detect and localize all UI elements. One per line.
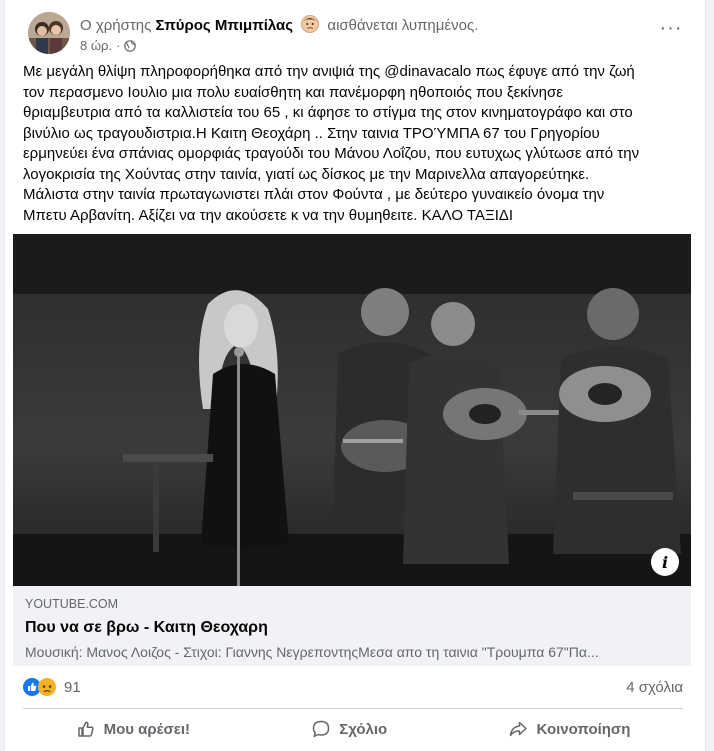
sad-reaction-icon bbox=[38, 678, 56, 696]
post-text-line: Μάλιστα στην ταινία πρωταγωνιστει πλάι σ… bbox=[23, 186, 605, 203]
divider bbox=[23, 708, 683, 709]
header-prefix: Ο χρήστης bbox=[80, 17, 152, 34]
globe-icon bbox=[124, 39, 137, 52]
feeling-text: αισθάνεται λυπημένος. bbox=[327, 17, 479, 34]
link-description: Μουσική: Μανος Λοιζος - Στιχοι: Γιαννης … bbox=[25, 644, 599, 660]
comments-count[interactable]: 4 σχόλια bbox=[626, 679, 683, 696]
comment-button[interactable]: Σχόλιο bbox=[291, 713, 407, 745]
info-icon[interactable]: i bbox=[651, 548, 679, 576]
meta-separator: · bbox=[116, 38, 121, 53]
post-actions-bar: Μου αρέσει! Σχόλιο Κοινοποίηση bbox=[15, 712, 691, 746]
link-domain: YOUTUBE.COM bbox=[25, 597, 119, 611]
share-icon bbox=[510, 721, 528, 737]
share-button[interactable]: Κοινοποίηση bbox=[488, 713, 650, 745]
like-button[interactable]: Μου αρέσει! bbox=[56, 713, 210, 745]
comment-label: Σχόλιο bbox=[339, 720, 388, 738]
avatar[interactable] bbox=[28, 12, 70, 54]
post-card: Ο χρήστης Σπύρος Μπιμπίλας αισθάνεται λυ… bbox=[4, 0, 706, 751]
post-meta: 8 ώρ. · bbox=[80, 38, 137, 53]
more-options-button[interactable]: ··· bbox=[653, 10, 689, 46]
thumbs-up-icon bbox=[77, 721, 94, 737]
post-text-line: ερμηνεύει ένα σπάνιας ομορφιάς τραγούδι … bbox=[23, 145, 640, 162]
post-text-line: Μπετυ Αρβανίτη. Αξίζει να την ακούσετε κ… bbox=[23, 206, 514, 224]
like-label: Μου αρέσει! bbox=[103, 720, 190, 738]
avatar-image bbox=[28, 12, 70, 54]
post-stats: 91 4 σχόλια bbox=[23, 676, 683, 698]
comment-icon bbox=[313, 720, 330, 738]
link-preview[interactable]: YOUTUBE.COM Που να σε βρω - Καιτη Θεοχαρ… bbox=[13, 586, 691, 666]
video-still-image bbox=[13, 234, 691, 586]
post-text: Με μεγάλη θλίψη πληροφορήθηκα από την αν… bbox=[23, 62, 689, 226]
share-label: Κοινοποίηση bbox=[536, 720, 631, 738]
post-header: Ο χρήστης Σπύρος Μπιμπίλας αισθάνεται λυ… bbox=[5, 0, 705, 60]
post-text-line: τον περασμενο Ιουλιο μια πολυ ευαίσθητη … bbox=[23, 83, 563, 101]
post-text-line: θριαμβευτρια από τα καλλιστεία του 65 , … bbox=[23, 104, 633, 121]
post-text-line: βινύλιο ως τραγουδιστρια.Η Καιτη Θεοχάρη… bbox=[23, 124, 600, 142]
post-text-line: λογοκρισία της Χούντας στην ταινία, γιατ… bbox=[23, 165, 590, 183]
video-thumbnail[interactable]: i bbox=[13, 234, 691, 586]
post-text-line: Με μεγάλη θλίψη πληροφορήθηκα από την αν… bbox=[23, 63, 635, 80]
author-name[interactable]: Σπύρος Μπιμπίλας bbox=[156, 17, 294, 34]
reaction-count: 91 bbox=[64, 678, 81, 696]
reactions-summary[interactable]: 91 bbox=[23, 678, 81, 696]
post-header-line: Ο χρήστης Σπύρος Μπιμπίλας αισθάνεται λυ… bbox=[80, 15, 478, 36]
link-title[interactable]: Που να σε βρω - Καιτη Θεοχαρη bbox=[25, 618, 679, 638]
post-time[interactable]: 8 ώρ. bbox=[80, 38, 112, 53]
sad-face-icon bbox=[301, 15, 320, 33]
